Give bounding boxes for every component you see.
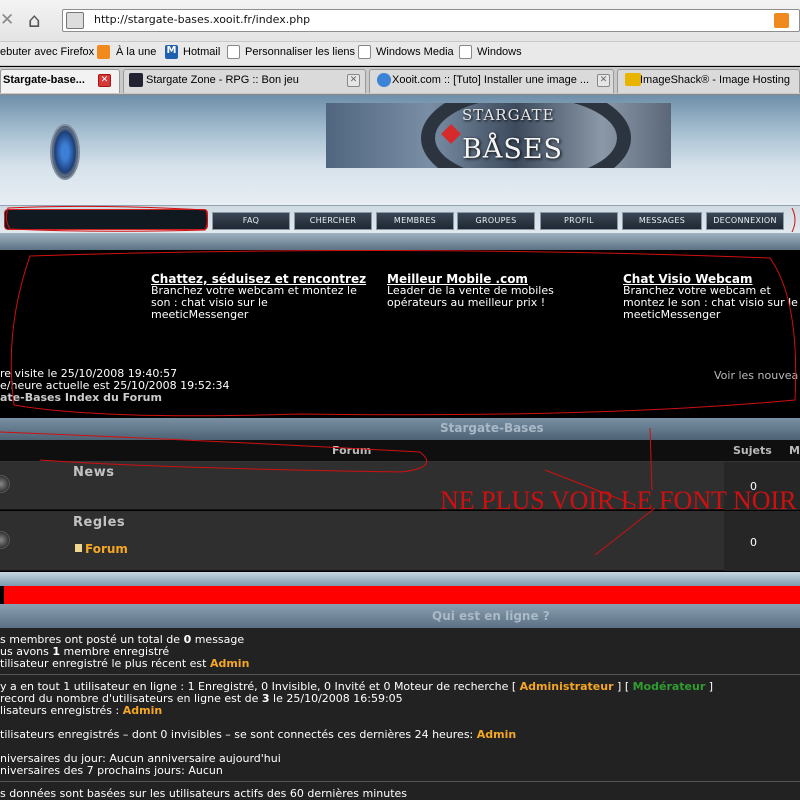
ad-text-2: Leader de la vente de mobiles opérateurs… <box>387 284 554 309</box>
24h-admin-link[interactable]: Admin <box>477 728 516 741</box>
forum-name-regles[interactable]: Regles <box>73 515 125 530</box>
banner-subtitle: STARGATE <box>462 106 555 124</box>
tab-xooit[interactable]: Xooit.com :: [Tuto] Installer une image … <box>369 69 614 93</box>
ad-text-1: Branchez votre webcam et montez le son :… <box>151 284 357 321</box>
tab-imageshack[interactable]: ImageShack® - Image Hosting <box>617 69 800 93</box>
url-text[interactable]: http://stargate-bases.xooit.fr/index.php <box>94 13 310 26</box>
home-icon[interactable]: ⌂ <box>28 8 41 32</box>
annotation-text: NE PLUS VOIR LE FONT NOIR <box>440 486 797 515</box>
page-icon <box>227 45 240 59</box>
stat-registered: lisateurs enregistrés : Admin <box>0 704 163 717</box>
nav-divider <box>0 233 800 250</box>
nav-groupes[interactable]: GROUPES <box>457 212 535 230</box>
rss-icon <box>97 45 110 59</box>
tab-close-icon[interactable]: ✕ <box>98 74 111 87</box>
category-bar <box>0 418 800 440</box>
page-icon <box>459 45 472 59</box>
xooit-favicon-icon <box>377 73 391 87</box>
stat-footnote: s données sont basées sur les utilisateu… <box>0 787 408 800</box>
msn-icon: M <box>165 45 178 59</box>
nav-profil[interactable]: PROFIL <box>540 212 618 230</box>
bookmark-a-la-une[interactable]: À la une <box>116 46 156 58</box>
stat-birthdays-week: niversaires des 7 prochains jours: Aucun <box>0 764 223 777</box>
tab-close-icon[interactable]: ✕ <box>597 74 610 87</box>
nav-messages[interactable]: MESSAGES <box>622 212 702 230</box>
tab-stargate-zone[interactable]: Stargate Zone - RPG :: Bon jeu <box>123 69 366 93</box>
col-topics: Sujets <box>733 444 772 457</box>
divider <box>0 781 800 782</box>
bookmark-hotmail[interactable]: Hotmail <box>183 46 220 58</box>
forum-name-news[interactable]: News <box>73 465 114 480</box>
online-title[interactable]: Qui est en ligne ? <box>432 609 550 623</box>
divider <box>0 674 800 675</box>
nav-left-box <box>4 209 208 230</box>
bookmark-personnaliser[interactable]: Personnaliser les liens <box>245 46 355 58</box>
table-footer <box>0 572 800 586</box>
stargate-logo-icon <box>50 124 80 180</box>
nav-faq[interactable]: FAQ <box>212 212 290 230</box>
ad-text-3: Branchez votre webcam et montez le son :… <box>623 284 798 321</box>
forum-index-link[interactable]: ate-Bases Index du Forum <box>0 391 162 404</box>
view-new-posts-link[interactable]: Voir les nouvea <box>714 369 798 382</box>
online-bar <box>0 604 800 628</box>
row-stat-cell <box>724 511 800 571</box>
stargate-favicon-icon <box>129 73 143 87</box>
col-forum: Forum <box>332 444 372 457</box>
table-header <box>0 440 800 462</box>
rss-icon[interactable] <box>774 13 789 28</box>
bookmark-windows[interactable]: Windows <box>477 46 522 58</box>
banner-title: BÅSES <box>462 134 564 165</box>
subforum-icon <box>75 544 82 552</box>
close-icon[interactable]: ✕ <box>0 10 14 30</box>
registered-admin-link[interactable]: Admin <box>123 704 162 717</box>
col-messages: M <box>789 444 800 457</box>
stat-newest: tilisateur enregistré le plus récent est… <box>0 657 250 670</box>
forum-topics-regles: 0 <box>750 536 757 549</box>
nav-deconnexion[interactable]: DECONNEXION <box>706 212 784 230</box>
red-bar <box>2 586 800 604</box>
stat-24h: tilisateurs enregistrés – dont 0 invisib… <box>0 728 517 741</box>
bookmark-windows-media[interactable]: Windows Media <box>376 46 454 58</box>
nav-chercher[interactable]: CHERCHER <box>294 212 372 230</box>
site-favicon-icon <box>66 12 84 29</box>
category-title[interactable]: Stargate-Bases <box>440 421 544 435</box>
newest-member-link[interactable]: Admin <box>210 657 249 670</box>
imageshack-favicon-icon <box>625 73 641 86</box>
tab-close-icon[interactable]: ✕ <box>347 74 360 87</box>
nav-membres[interactable]: MEMBRES <box>376 212 454 230</box>
subforum-link[interactable]: Forum <box>85 542 128 556</box>
bookmark-getting-started[interactable]: ebuter avec Firefox <box>0 46 94 58</box>
page-icon <box>358 45 371 59</box>
